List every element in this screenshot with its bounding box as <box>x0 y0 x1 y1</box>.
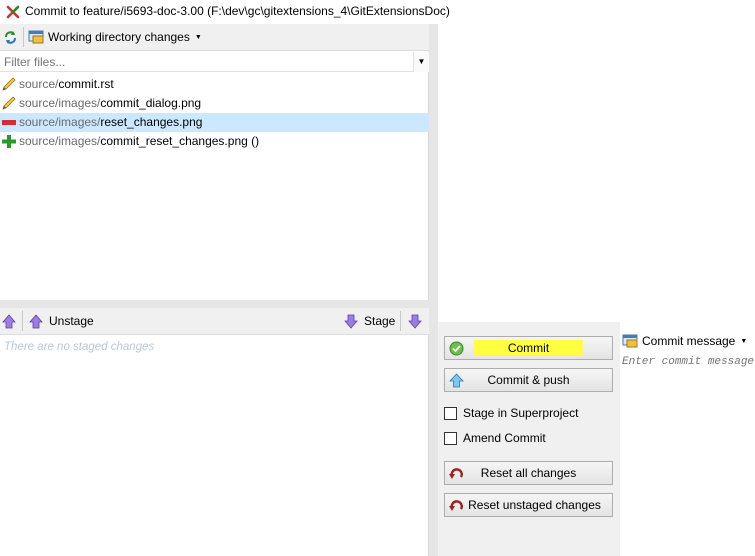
file-name: commit.rst <box>58 77 114 91</box>
file-dir: source/images/ <box>19 115 101 129</box>
chevron-down-icon: ▼ <box>417 57 426 66</box>
working-directory-label: Working directory changes <box>48 30 190 44</box>
undo-icon <box>449 468 463 479</box>
unstage-all-icon[interactable] <box>2 314 16 329</box>
stage-superproject-checkbox[interactable]: Stage in Superproject <box>444 405 578 421</box>
commit-actions: Commit Commit & push Stage in Superproje… <box>438 322 620 556</box>
filter-bar: ▼ <box>0 52 429 72</box>
plus-icon <box>2 135 16 148</box>
staged-toolbar: Unstage Stage <box>0 308 429 335</box>
working-directory-dropdown[interactable]: Working directory changes ▼ <box>28 27 202 47</box>
file-name: reset_changes.png <box>100 115 203 129</box>
vertical-splitter[interactable] <box>429 24 438 556</box>
unstage-label: Unstage <box>49 314 94 328</box>
staged-panel: Unstage Stage There are no staged change… <box>0 308 429 556</box>
push-arrow-icon <box>449 373 464 388</box>
filter-dropdown-button[interactable]: ▼ <box>413 52 429 72</box>
pencil-icon <box>2 77 16 91</box>
filter-files-input[interactable] <box>0 52 412 72</box>
working-directory-icon <box>28 30 44 44</box>
checkbox-box <box>444 431 457 445</box>
file-dir: source/images/ <box>19 134 101 148</box>
commit-push-label: Commit & push <box>487 373 570 387</box>
commit-label: Commit <box>473 340 584 356</box>
reset-unstaged-label: Reset unstaged changes <box>468 498 601 512</box>
check-icon <box>449 341 464 356</box>
toolbar-separator <box>23 27 24 47</box>
commit-message-label: Commit message <box>642 334 736 348</box>
stage-button[interactable]: Stage <box>344 311 395 331</box>
pencil-icon <box>2 96 16 110</box>
toolbar-separator <box>22 311 23 331</box>
commit-message-toolbar: Commit message ▼ <box>620 330 755 352</box>
undo-icon <box>449 500 463 511</box>
commit-message-input[interactable] <box>622 356 755 552</box>
commit-message-icon <box>622 334 638 348</box>
file-name: commit_dialog.png <box>100 96 202 110</box>
toolbar-separator <box>400 311 401 331</box>
title-bar: Commit to feature/i5693-doc-3.00 (F:\dev… <box>0 0 755 24</box>
stage-all-icon[interactable] <box>408 314 422 329</box>
stage-label: Stage <box>364 314 396 328</box>
amend-commit-checkbox[interactable]: Amend Commit <box>444 430 546 446</box>
diff-viewer <box>438 24 755 322</box>
commit-message-panel: Commit message ▼ <box>620 322 755 556</box>
minus-icon <box>2 120 16 125</box>
chevron-down-icon: ▼ <box>740 337 748 345</box>
chevron-down-icon: ▼ <box>194 33 202 41</box>
unstaged-toolbar: Working directory changes ▼ <box>0 24 429 51</box>
window-title: Commit to feature/i5693-doc-3.00 (F:\dev… <box>25 4 450 18</box>
file-row-commit-reset-changes[interactable]: source/images/commit_reset_changes.png (… <box>0 132 429 151</box>
reset-all-label: Reset all changes <box>480 466 577 480</box>
reset-all-button[interactable]: Reset all changes <box>444 461 613 485</box>
file-row-commit-rst[interactable]: source/commit.rst <box>0 75 429 94</box>
file-dir: source/ <box>19 77 59 91</box>
reset-unstaged-button[interactable]: Reset unstaged changes <box>444 493 613 517</box>
commit-button[interactable]: Commit <box>444 336 613 360</box>
arrow-up-icon <box>29 313 43 328</box>
git-extensions-icon <box>6 5 20 19</box>
checkbox-box <box>444 406 457 420</box>
unstaged-panel: Working directory changes ▼ ▼ source/com… <box>0 24 429 300</box>
file-row-commit-dialog[interactable]: source/images/commit_dialog.png <box>0 94 429 113</box>
commit-message-dropdown[interactable]: Commit message ▼ <box>622 332 747 350</box>
commit-push-button[interactable]: Commit & push <box>444 368 613 392</box>
file-name: commit_reset_changes.png () <box>100 134 260 148</box>
amend-commit-label: Amend Commit <box>463 431 546 445</box>
refresh-icon[interactable] <box>3 30 18 45</box>
stage-superproject-label: Stage in Superproject <box>463 406 579 420</box>
file-row-reset-changes[interactable]: source/images/reset_changes.png <box>0 113 429 132</box>
horizontal-splitter[interactable] <box>0 300 429 308</box>
file-dir: source/images/ <box>19 96 101 110</box>
staged-empty-message: There are no staged changes <box>4 341 155 353</box>
arrow-down-icon <box>344 314 358 329</box>
commit-panel: Commit Commit & push Stage in Superproje… <box>438 322 755 556</box>
unstage-button[interactable]: Unstage <box>29 311 94 331</box>
